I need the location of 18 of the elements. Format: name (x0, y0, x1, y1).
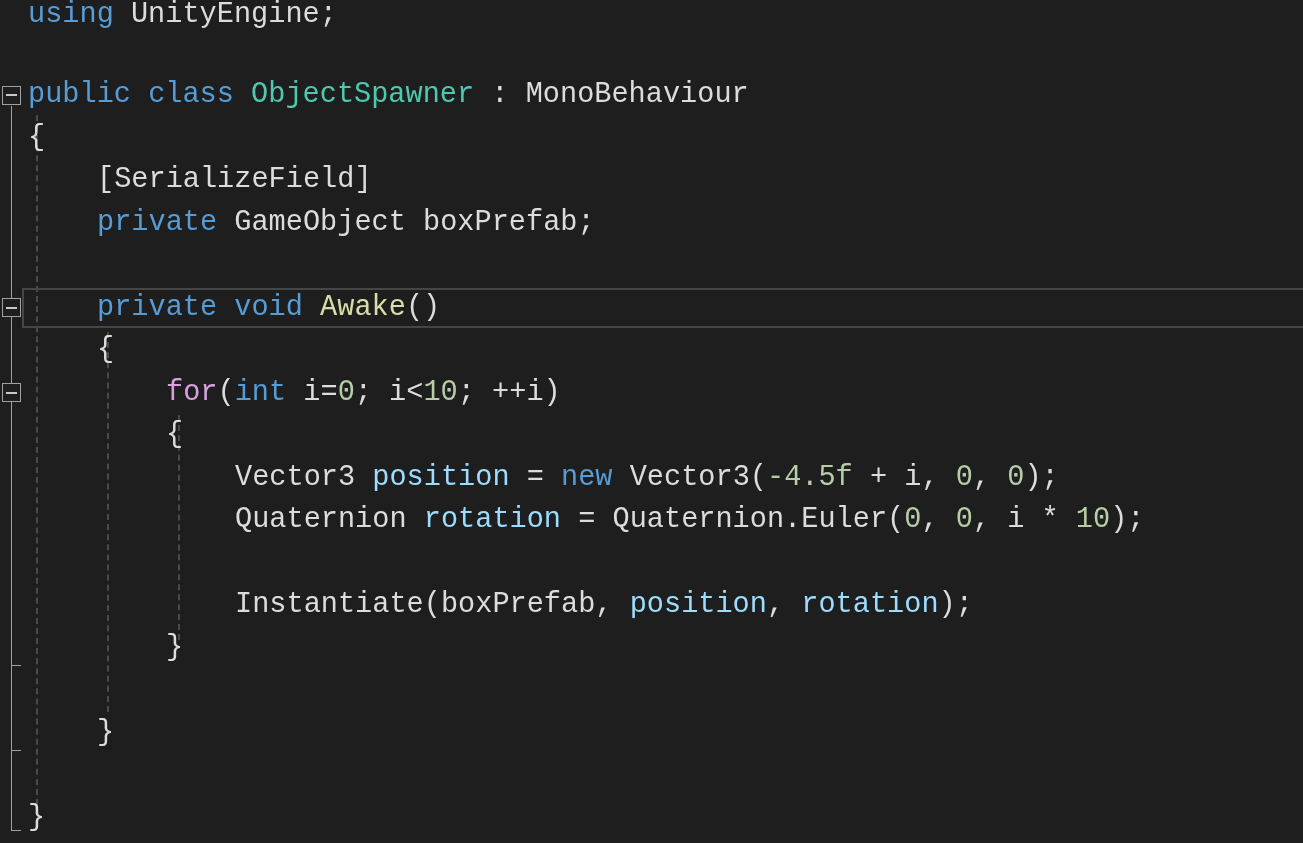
code-line: [SerializeField] (97, 163, 372, 198)
code-line: using UnityEngine; (28, 0, 337, 32)
code-line: for(int i=0; i<10; ++i) (166, 375, 561, 410)
code-line: { (97, 333, 115, 368)
code-line: { (166, 418, 184, 453)
collapse-icon[interactable] (2, 298, 21, 318)
code-line: } (28, 800, 46, 835)
collapse-icon[interactable] (2, 85, 21, 105)
code-line: private GameObject boxPrefab; (97, 205, 595, 240)
code-line: } (97, 715, 115, 750)
code-line: } (166, 630, 184, 665)
collapse-icon[interactable] (2, 383, 21, 403)
code-line: { (28, 120, 46, 155)
code-line: Quaternion rotation = Quaternion.Euler(0, 0, i * 10); (235, 503, 1145, 538)
code-line: Instantiate(boxPrefab, position, rotation); (235, 588, 973, 623)
code-line: public class ObjectSpawner : MonoBehaviour (28, 78, 749, 113)
code-line: private void Awake() (97, 290, 441, 325)
code-line: Vector3 position = new Vector3(-4.5f + i, 0, 0); (235, 460, 1059, 495)
